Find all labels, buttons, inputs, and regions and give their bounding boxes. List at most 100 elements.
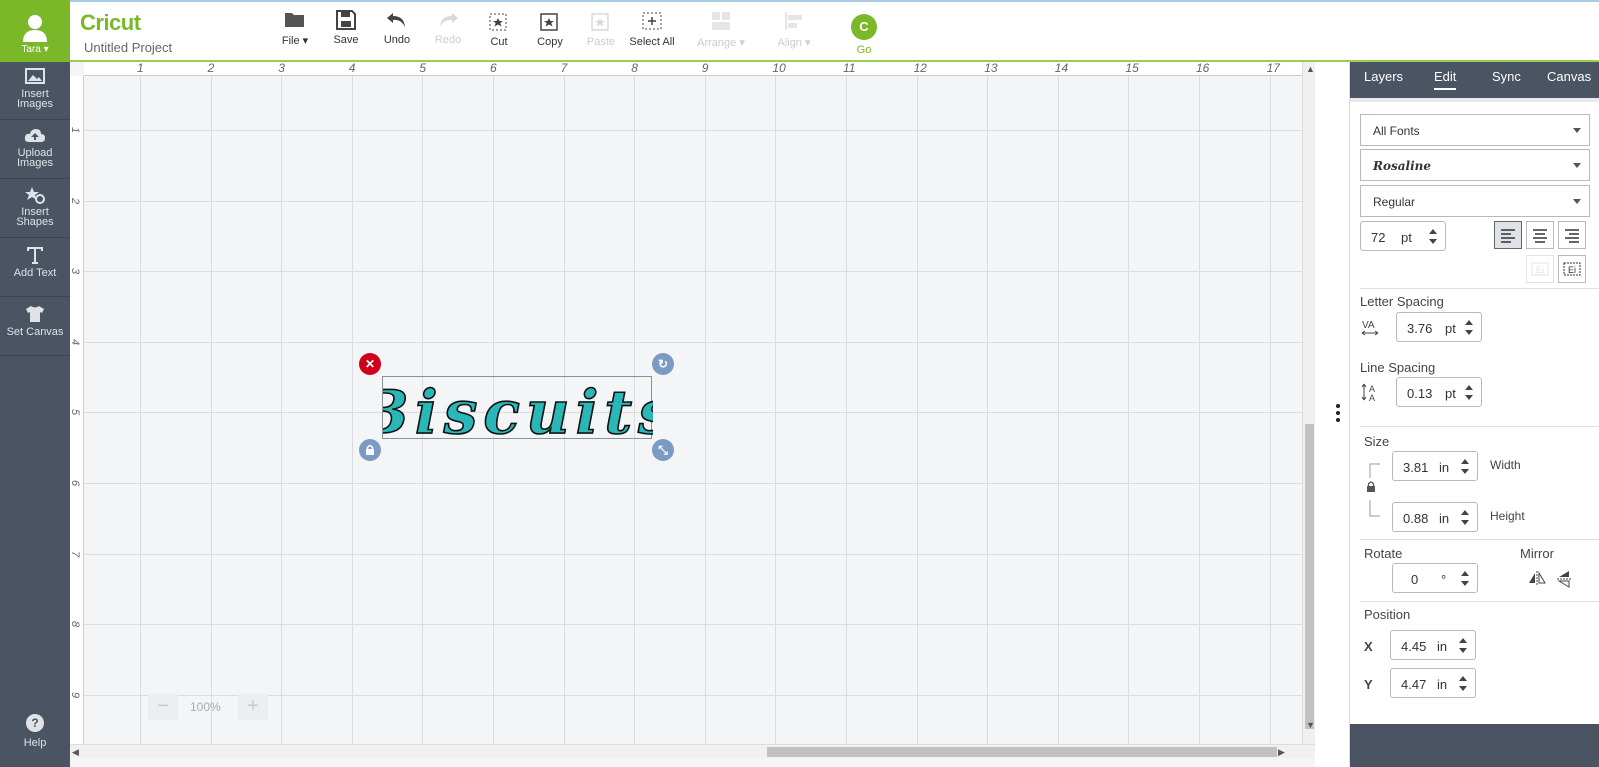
width-stepper[interactable]: 3.81 in [1392, 451, 1478, 481]
grid-line-vertical [916, 76, 918, 744]
grid-line-vertical [281, 76, 283, 744]
stepper-down-icon[interactable] [1461, 581, 1469, 586]
curve-text-button[interactable]: Ei [1526, 255, 1554, 283]
ruler-tick-label: 17 [1266, 62, 1280, 75]
lock-handle[interactable] [359, 439, 381, 461]
redo-icon [440, 13, 458, 27]
font-filter-select[interactable]: All Fonts [1360, 114, 1590, 146]
ruler-tick-label: 4 [348, 62, 356, 75]
font-style-select[interactable]: Regular [1360, 185, 1590, 217]
tab-canvas[interactable]: Canvas [1547, 69, 1591, 84]
height-label: Height [1490, 509, 1525, 523]
upload-images-button[interactable]: Upload Images [0, 121, 70, 179]
align-button[interactable]: Align ▾ [763, 10, 825, 49]
align-right-button[interactable] [1558, 221, 1586, 249]
align-center-button[interactable] [1526, 221, 1554, 249]
ruler-tick-label: 16 [1196, 62, 1210, 75]
horizontal-scrollbar[interactable]: ◀ ▶ [70, 744, 1315, 758]
select-all-button[interactable]: Select All [621, 10, 683, 48]
insert-shapes-button[interactable]: Insert Shapes [0, 180, 70, 238]
biscuits-text: Biscuits [383, 378, 653, 440]
grid-line-vertical [1128, 76, 1130, 744]
align-right-icon [1565, 229, 1579, 243]
ruler-tick-label: 10 [772, 62, 786, 75]
line-spacing-stepper[interactable]: 0.13 pt [1396, 377, 1482, 407]
zoom-in-button[interactable]: + [238, 694, 268, 720]
letter-spacing-stepper[interactable]: 3.76 pt [1396, 312, 1482, 342]
image-icon [25, 68, 45, 84]
resize-handle[interactable]: ⤡ [652, 439, 674, 461]
ruler-tick-label: 13 [984, 62, 998, 75]
vertical-scroll-thumb[interactable] [1305, 424, 1314, 729]
text-object-graphic: Biscuits [383, 377, 653, 440]
stepper-up-icon[interactable] [1461, 459, 1469, 464]
horizontal-scroll-thumb[interactable] [767, 747, 1277, 757]
ungroup-letters-icon: Ei [1563, 262, 1581, 276]
scroll-up-arrow-icon[interactable]: ▲ [1306, 64, 1315, 74]
zoom-out-button[interactable]: − [148, 694, 178, 720]
height-stepper[interactable]: 0.88 in [1392, 502, 1478, 532]
chevron-down-icon [1573, 163, 1581, 168]
add-text-button[interactable]: Add Text [0, 239, 70, 297]
horizontal-ruler: 1 2 3 4 5 6 7 8 9 10 11 12 13 14 15 16 17 [84, 62, 1302, 76]
zoom-control: − 100% + [148, 694, 268, 720]
stepper-down-icon[interactable] [1461, 469, 1469, 474]
grid-line-vertical [351, 76, 353, 744]
rotate-handle[interactable]: ↻ [652, 353, 674, 375]
resize-icon: ⤡ [658, 443, 668, 457]
stepper-up-icon[interactable] [1459, 638, 1467, 643]
design-canvas[interactable]: 1 2 3 4 5 6 7 8 9 10 11 12 13 14 15 16 17 123456789 − 10… [70, 62, 1315, 767]
grid-line-vertical [210, 76, 212, 744]
set-canvas-button[interactable]: Set Canvas [0, 298, 70, 356]
project-title[interactable]: Untitled Project [84, 40, 172, 55]
align-left-button[interactable] [1494, 221, 1522, 249]
insert-images-button[interactable]: Insert Images [0, 62, 70, 120]
rotate-label: Rotate [1364, 546, 1403, 561]
advanced-text-button[interactable]: Ei [1558, 255, 1586, 283]
stepper-down-icon[interactable] [1429, 239, 1437, 244]
font-size-stepper[interactable]: 72 pt [1360, 221, 1446, 251]
chevron-down-icon [1573, 128, 1581, 133]
stepper-up-icon[interactable] [1465, 320, 1473, 325]
go-button[interactable]: C Go [833, 10, 895, 56]
ruler-tick-label: 9 [70, 691, 82, 698]
scroll-left-arrow-icon[interactable]: ◀ [72, 747, 79, 758]
close-icon: ✕ [364, 357, 376, 371]
stepper-down-icon[interactable] [1459, 686, 1467, 691]
tab-layers[interactable]: Layers [1364, 69, 1403, 84]
text-object-biscuits[interactable]: Biscuits [382, 376, 653, 440]
stepper-down-icon[interactable] [1465, 330, 1473, 335]
arrange-button[interactable]: Arrange ▾ [690, 10, 752, 49]
grid-line-horizontal [84, 271, 1302, 273]
delete-handle[interactable]: ✕ [359, 353, 381, 375]
user-menu[interactable]: Tara ▾ [0, 0, 70, 62]
more-vertical-icon[interactable] [1336, 404, 1340, 422]
stepper-down-icon[interactable] [1461, 520, 1469, 525]
stepper-up-icon[interactable] [1465, 385, 1473, 390]
stepper-up-icon[interactable] [1461, 571, 1469, 576]
stepper-up-icon[interactable] [1429, 229, 1437, 234]
vertical-scrollbar[interactable]: ▲ ▼ [1302, 62, 1315, 744]
stepper-down-icon[interactable] [1465, 395, 1473, 400]
ruler-tick-label: 11 [843, 62, 856, 75]
grid-line-vertical [1199, 76, 1200, 744]
tab-underline [1350, 98, 1599, 102]
stepper-up-icon[interactable] [1459, 676, 1467, 681]
font-name-select[interactable]: Rosaline [1360, 149, 1590, 181]
tab-edit[interactable]: Edit [1434, 69, 1457, 90]
ruler-tick-label: 7 [560, 62, 568, 75]
scroll-down-arrow-icon[interactable]: ▼ [1306, 720, 1315, 730]
help-button[interactable]: ? Help [0, 713, 70, 749]
mirror-horizontal-icon[interactable] [1528, 570, 1546, 586]
stepper-down-icon[interactable] [1459, 648, 1467, 653]
width-label: Width [1490, 458, 1521, 472]
undo-icon [387, 13, 405, 27]
stepper-up-icon[interactable] [1461, 510, 1469, 515]
mirror-vertical-icon[interactable] [1556, 570, 1572, 588]
tab-sync[interactable]: Sync [1492, 69, 1521, 84]
rotate-stepper[interactable]: 0 ° [1392, 563, 1478, 593]
grid-line-horizontal [84, 624, 1302, 626]
x-position-stepper[interactable]: 4.45 in [1390, 630, 1476, 660]
y-position-stepper[interactable]: 4.47 in [1390, 668, 1476, 698]
scroll-right-arrow-icon[interactable]: ▶ [1278, 747, 1285, 758]
